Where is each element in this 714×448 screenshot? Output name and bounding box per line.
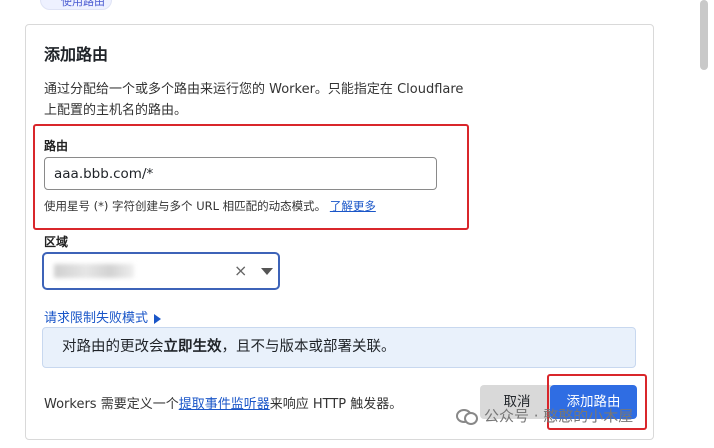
- notice-banner: 对路由的更改会立即生效，且不与版本或部署关联。: [42, 327, 636, 368]
- panel-description: 通过分配给一个或多个路由来运行您的 Worker。只能指定在 Cloudflar…: [44, 82, 464, 118]
- fail-mode-link[interactable]: 请求限制失败模式: [44, 307, 162, 326]
- route-help: 使用星号 (*) 字符创建与多个 URL 相匹配的动态模式。 了解更多: [44, 198, 376, 214]
- caret-right-icon: [154, 313, 162, 324]
- wechat-logo-icon: [456, 407, 478, 425]
- zone-value-redacted: [54, 264, 134, 278]
- notice-text-bold: 立即生效: [163, 339, 222, 355]
- fetch-listener-link[interactable]: 提取事件监听器: [179, 397, 270, 412]
- panel-title: 添加路由: [44, 45, 109, 64]
- watermark: 公众号 · 憨憨的小木屋: [456, 405, 633, 426]
- footer-text: Workers 需要定义一个提取事件监听器来响应 HTTP 触发器。: [44, 393, 402, 412]
- clear-icon[interactable]: ×: [234, 261, 247, 280]
- notice-text-before: 对路由的更改会: [62, 339, 164, 355]
- scrollbar[interactable]: [700, 0, 708, 70]
- route-input[interactable]: aaa.bbb.com/*: [44, 157, 437, 190]
- notice-text-after: ，且不与版本或部署关联。: [221, 339, 396, 355]
- route-label: 路由: [44, 139, 69, 153]
- learn-more-link[interactable]: 了解更多: [330, 199, 376, 213]
- footer-after: 来响应 HTTP 触发器。: [269, 397, 403, 412]
- add-route-panel: 添加路由 通过分配给一个或多个路由来运行您的 Worker。只能指定在 Clou…: [25, 24, 654, 440]
- zone-select[interactable]: ×: [42, 252, 280, 290]
- chevron-down-icon[interactable]: [261, 268, 273, 275]
- tab-chip-label: 使用路由: [61, 0, 105, 8]
- zone-label: 区域: [44, 235, 69, 249]
- watermark-text: 公众号 · 憨憨的小木屋: [484, 407, 634, 425]
- footer-before: Workers 需要定义一个: [44, 397, 179, 412]
- route-help-text: 使用星号 (*) 字符创建与多个 URL 相匹配的动态模式。: [44, 199, 327, 213]
- fail-mode-label: 请求限制失败模式: [44, 311, 149, 326]
- tab-chip[interactable]: 使用路由: [40, 0, 112, 10]
